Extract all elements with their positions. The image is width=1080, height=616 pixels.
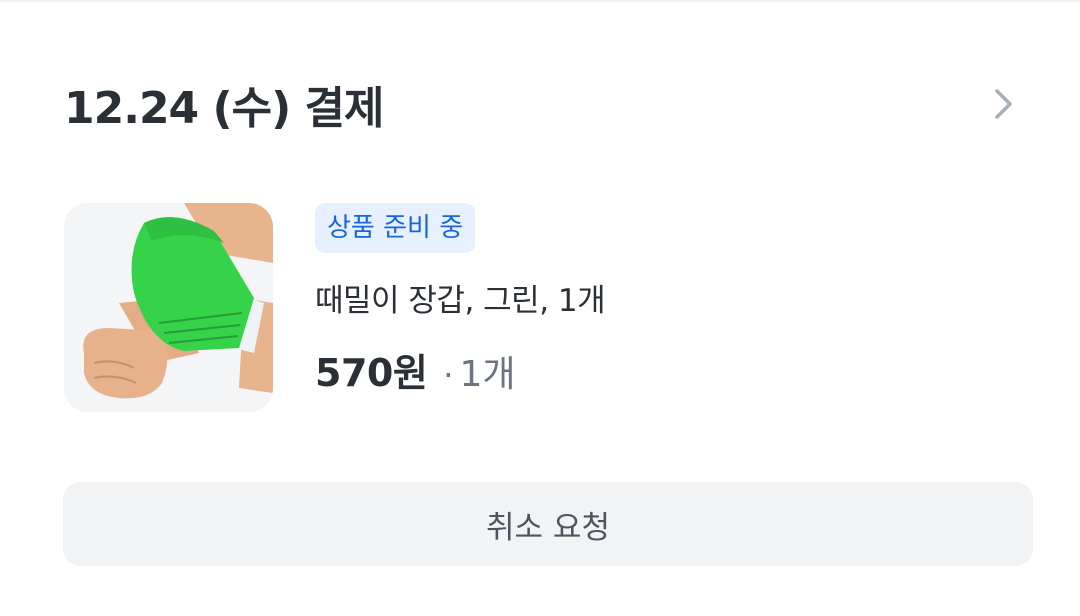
product-quantity: 1개 xyxy=(459,354,516,395)
product-thumbnail[interactable] xyxy=(64,203,273,412)
chevron-right-icon[interactable] xyxy=(984,84,1024,124)
status-badge: 상품 준비 중 xyxy=(315,203,476,253)
product-price: 570원 xyxy=(315,351,428,395)
order-date-title: 12.24 (수) 결제 xyxy=(64,83,384,134)
order-header[interactable]: 12.24 (수) 결제 xyxy=(64,72,1024,136)
cancel-request-button[interactable]: 취소 요청 xyxy=(63,482,1033,566)
product-row[interactable]: 상품 준비 중 때밀이 장갑, 그린, 1개 570원 · 1개 xyxy=(64,203,1024,413)
order-card: 12.24 (수) 결제 상품 준비 중 때밀이 장갑, 그린, 1개 570원… xyxy=(0,0,1080,616)
product-info: 상품 준비 중 때밀이 장갑, 그린, 1개 570원 · 1개 xyxy=(315,203,1015,397)
separator-dot: · xyxy=(443,356,454,394)
price-line: 570원 · 1개 xyxy=(315,342,1015,397)
product-name: 때밀이 장갑, 그린, 1개 xyxy=(315,283,606,319)
